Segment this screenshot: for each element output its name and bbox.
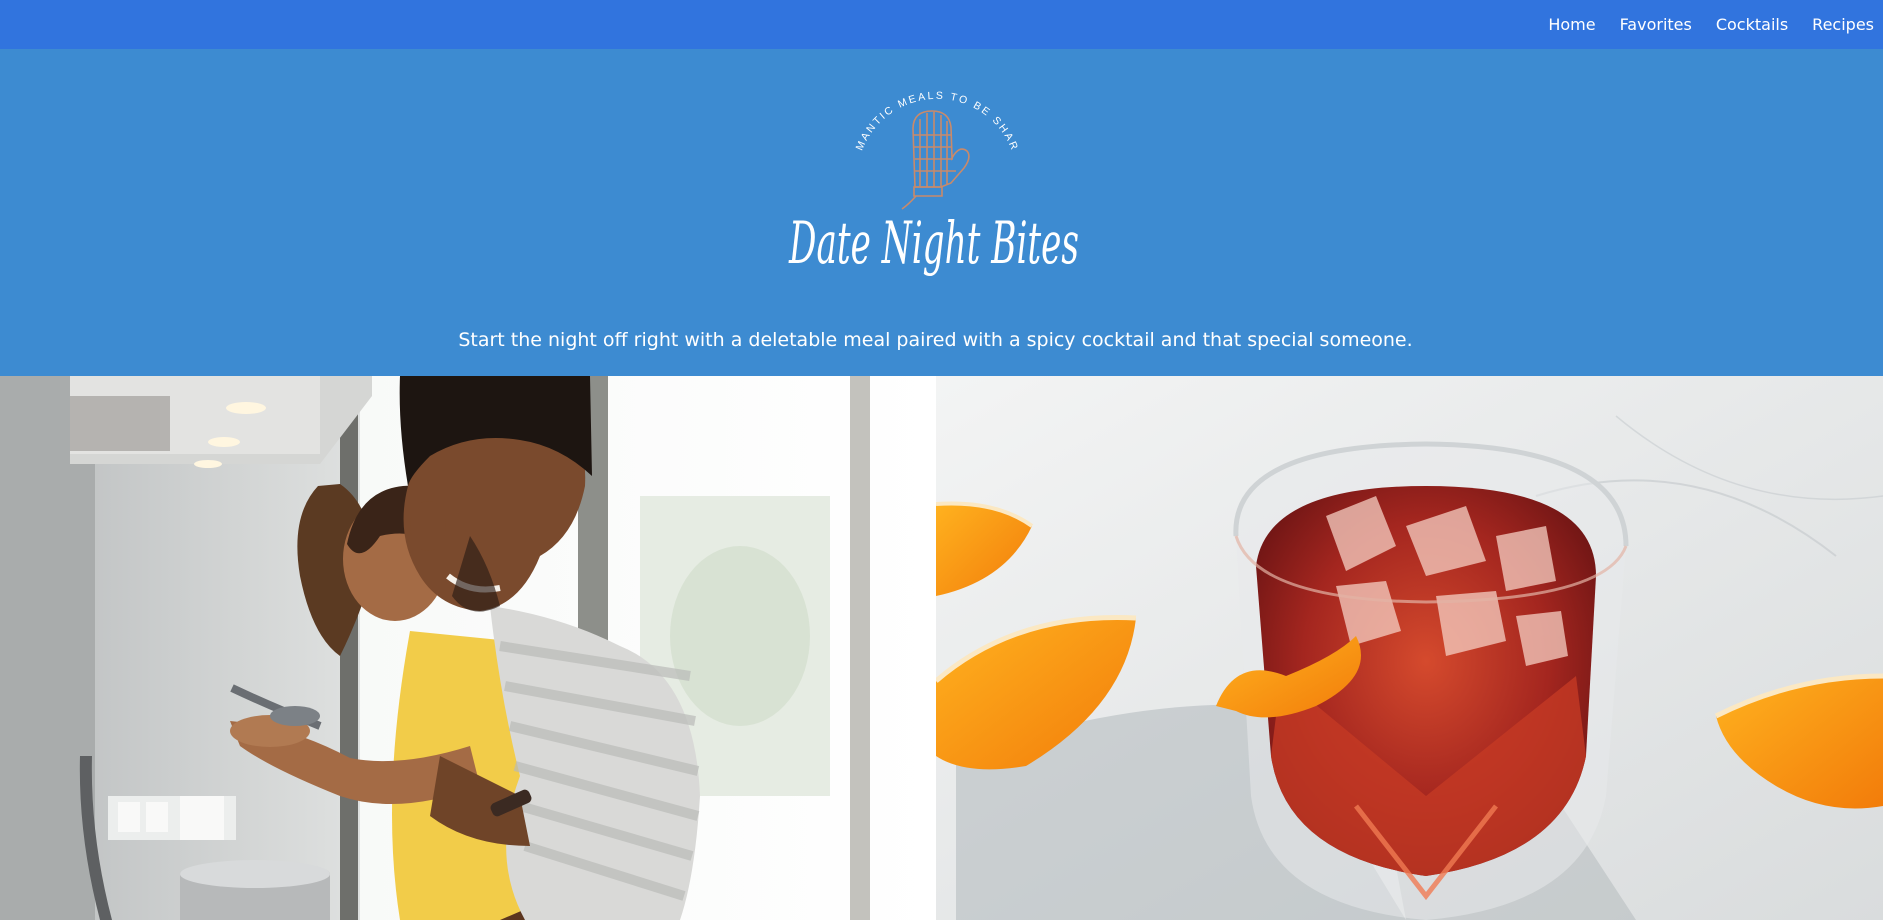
nav-link-cocktails[interactable]: Cocktails [1716, 15, 1788, 34]
site-logo[interactable]: ROMANTIC MEALS TO BE SHARED Date Night B… [771, 50, 1106, 284]
top-navigation-bar: Home Favorites Cocktails Recipes [0, 0, 1883, 49]
photo-row [0, 376, 1883, 920]
logo-wordmark: Date Night Bites [788, 209, 1079, 277]
couple-cooking-image [0, 376, 936, 920]
cocktail-image [936, 376, 1883, 920]
hero-tagline: Start the night off right with a deletab… [458, 329, 1413, 351]
nav-link-favorites[interactable]: Favorites [1620, 15, 1692, 34]
nav-link-recipes[interactable]: Recipes [1812, 15, 1874, 34]
oven-mitt-icon [901, 110, 970, 210]
logo-arc-text: ROMANTIC MEALS TO BE SHARED [776, 59, 1021, 153]
nav-link-home[interactable]: Home [1548, 15, 1595, 34]
hero-banner: ROMANTIC MEALS TO BE SHARED Date Night B… [0, 49, 1883, 376]
nav-links: Home Favorites Cocktails Recipes [1524, 0, 1874, 49]
